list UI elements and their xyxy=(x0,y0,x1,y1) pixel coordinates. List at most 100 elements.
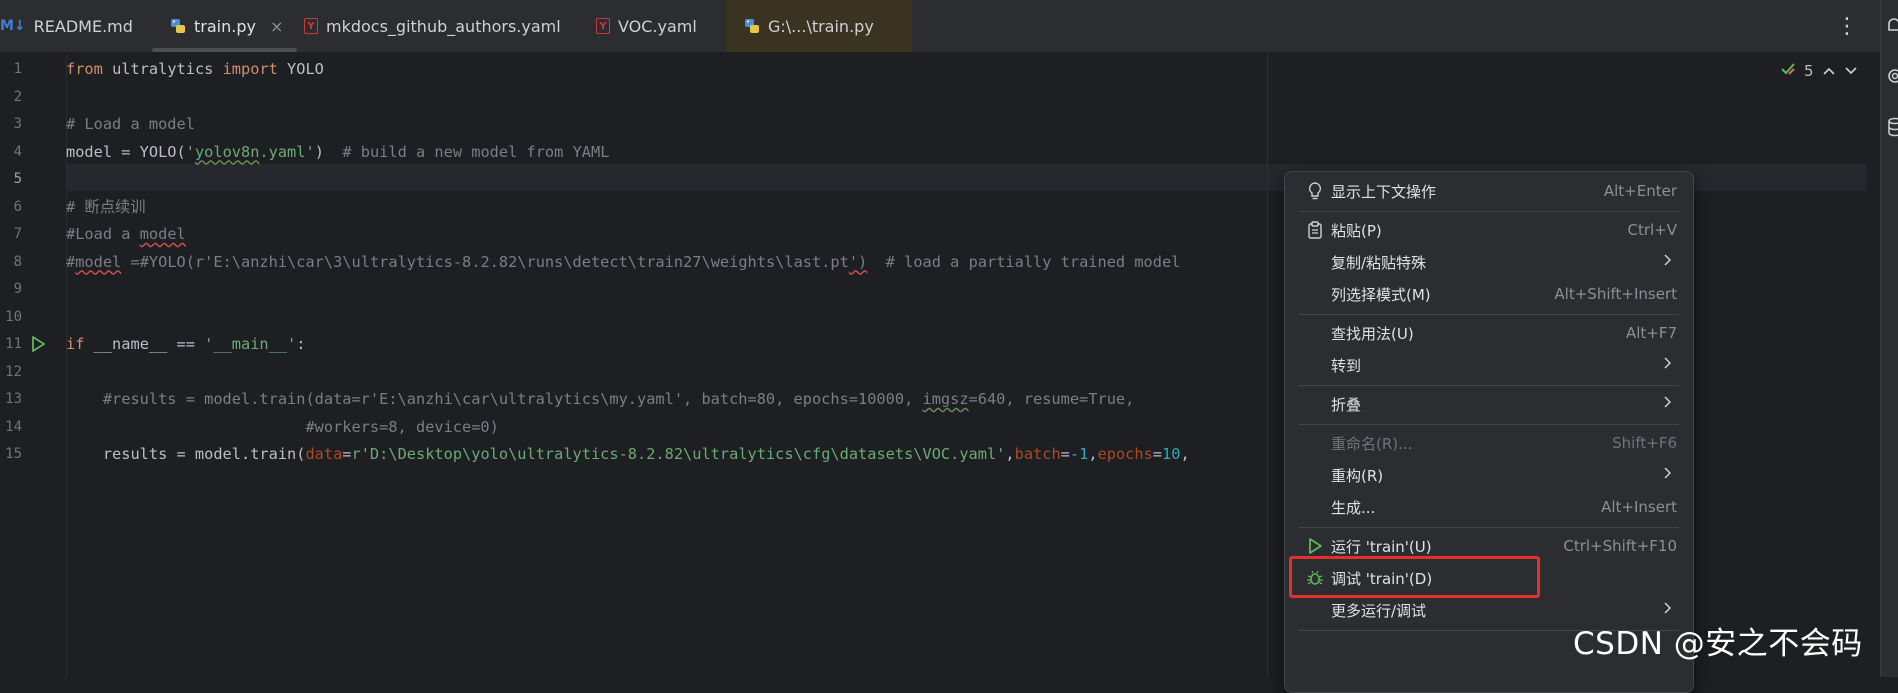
menu-item-shortcut: Alt+Enter xyxy=(1603,182,1677,200)
code-token: 10 xyxy=(1162,445,1181,463)
menu-item-shortcut: Ctrl+V xyxy=(1627,221,1677,239)
code-token: =640, resume=True, xyxy=(968,390,1135,408)
tab-mkdocs-yaml[interactable]: Y mkdocs_github_authors.yaml xyxy=(304,0,561,52)
menu-item[interactable]: 列选择模式(M) Alt+Shift+Insert xyxy=(1285,279,1693,309)
chevron-right-icon xyxy=(1663,254,1672,270)
menu-separator xyxy=(1299,211,1679,212)
line-number: 11 xyxy=(5,336,22,352)
menu-separator xyxy=(1299,424,1679,425)
code-token: from xyxy=(66,60,113,78)
code-token: epochs xyxy=(1097,445,1153,463)
code-token: =#YOLO(r'E:\anzhi\car\3\ultralytics-8.2.… xyxy=(121,252,849,271)
menu-item-label: 列选择模式(M) xyxy=(1331,285,1431,304)
yaml-file-icon: Y xyxy=(304,18,318,34)
code-line[interactable]: #model =#YOLO(r'E:\anzhi\car\3\ultralyti… xyxy=(66,249,1180,276)
code-token: , xyxy=(1088,445,1098,463)
line-number: 9 xyxy=(13,281,22,297)
menu-item-label: 粘贴(P) xyxy=(1331,221,1382,240)
code-token: model = YOLO( xyxy=(66,142,186,161)
watermark: CSDN @安之不会码 xyxy=(1573,626,1863,662)
menu-item[interactable]: 折叠 xyxy=(1285,389,1693,419)
menu-separator xyxy=(1299,385,1679,386)
code-token: : xyxy=(296,335,306,353)
line-number: 13 xyxy=(5,391,22,407)
code-token: __name__ == xyxy=(93,335,205,353)
code-token: data xyxy=(305,445,343,463)
tab-train-py[interactable]: train.py × xyxy=(152,0,298,52)
code-token: if xyxy=(66,335,94,353)
ai-assistant-icon[interactable] xyxy=(1885,66,1898,90)
tab-label: G:\...\train.py xyxy=(768,16,874,36)
code-token: # load a partially trained model xyxy=(867,252,1181,271)
menu-item[interactable]: 转到 xyxy=(1285,350,1693,380)
menu-separator xyxy=(1299,527,1679,528)
code-token: imgsz xyxy=(922,390,969,408)
code-token: yolov8n xyxy=(194,142,260,161)
line-number-gutter[interactable]: 1 2 3 4 5 6 7 8 9 10 11 12 13 14 15 xyxy=(0,53,67,677)
menu-item[interactable]: 查找用法(U) Alt+F7 xyxy=(1285,318,1693,348)
editor-tab-bar: M↓ README.md train.py × Y mkdocs_github_… xyxy=(0,0,1880,53)
line-number: 10 xyxy=(5,308,22,325)
lightbulb-icon xyxy=(1305,181,1325,201)
code-token: results = model.train( xyxy=(66,445,306,463)
code-token: # 断点续训 xyxy=(66,197,146,216)
menu-item[interactable]: 粘贴(P) Ctrl+V xyxy=(1285,215,1693,245)
code-token: r'D:\Desktop\yolo\ultralytics-8.2.82\ult… xyxy=(351,445,1006,463)
code-token: ' xyxy=(185,142,195,161)
line-number: 7 xyxy=(13,226,22,242)
code-line[interactable]: from ultralytics import YOLO xyxy=(66,56,324,83)
code-line[interactable]: # 断点续训 xyxy=(66,194,146,221)
code-token: # build a new model from YAML xyxy=(342,142,610,161)
code-token: model xyxy=(75,252,122,271)
tab-label: VOC.yaml xyxy=(618,16,697,36)
menu-item-label: 转到 xyxy=(1331,356,1362,375)
code-token: ') xyxy=(848,252,868,271)
run-gutter-icon[interactable] xyxy=(30,335,46,357)
tab-voc-yaml[interactable]: Y VOC.yaml xyxy=(596,0,697,52)
line-number: 3 xyxy=(13,116,22,132)
inspection-widget[interactable]: 5 xyxy=(1780,62,1858,80)
menu-item[interactable]: 重命名(R)... Shift+F6 xyxy=(1285,428,1693,458)
bell-icon[interactable] xyxy=(1885,16,1898,40)
close-icon[interactable]: × xyxy=(270,17,283,36)
python-file-icon xyxy=(744,18,760,34)
code-token: ultralytics xyxy=(112,60,223,78)
tab-label: train.py xyxy=(194,16,256,36)
menu-item-shortcut: Shift+F6 xyxy=(1612,434,1677,452)
menu-item[interactable]: 重构(R) xyxy=(1285,460,1693,490)
chevron-right-icon xyxy=(1663,357,1672,373)
menu-item[interactable]: 显示上下文操作 Alt+Enter xyxy=(1285,176,1693,206)
database-icon[interactable] xyxy=(1885,116,1898,142)
tab-label: README.md xyxy=(33,16,133,36)
code-token: # Load a model xyxy=(66,115,195,133)
menu-item[interactable]: 复制/粘贴特殊 xyxy=(1285,247,1693,277)
line-number: 4 xyxy=(13,143,22,160)
code-token: = xyxy=(342,445,352,463)
line-number: 8 xyxy=(13,253,22,270)
tab-g-train-py[interactable]: G:\...\train.py xyxy=(726,0,912,52)
menu-item-label: 显示上下文操作 xyxy=(1331,182,1437,201)
code-line[interactable]: # Load a model xyxy=(66,111,195,138)
menu-item-shortcut: Alt+F7 xyxy=(1625,324,1677,342)
code-line[interactable]: results = model.train(data=r'D:\Desktop\… xyxy=(66,441,1190,468)
chevron-down-icon[interactable] xyxy=(1844,62,1858,80)
more-vertical-icon[interactable]: ⋮ xyxy=(1836,14,1858,39)
line-number: 6 xyxy=(13,198,22,215)
code-token: YOLO xyxy=(287,60,324,78)
menu-item[interactable]: 生成... Alt+Insert xyxy=(1285,492,1693,522)
chevron-up-icon[interactable] xyxy=(1822,62,1836,80)
yaml-file-icon: Y xyxy=(596,18,610,34)
code-line[interactable]: model = YOLO('yolov8n.yaml') # build a n… xyxy=(66,139,609,166)
highlight-annotation-box xyxy=(1289,556,1540,598)
code-line[interactable]: #results = model.train(data=r'E:\anzhi\c… xyxy=(66,386,1135,413)
menu-separator xyxy=(1299,314,1679,315)
tab-readme[interactable]: M↓ README.md xyxy=(0,0,133,52)
chevron-right-icon xyxy=(1663,602,1672,618)
editor-context-menu: 显示上下文操作 Alt+Enter 粘贴(P) Ctrl+V 复制/粘贴特殊 列选择模式(… xyxy=(1284,171,1694,693)
code-line[interactable]: #Load a model xyxy=(66,221,186,248)
line-number: 2 xyxy=(13,88,22,105)
code-token: = xyxy=(1060,445,1070,463)
code-line[interactable]: #workers=8, device=0) xyxy=(66,414,498,441)
code-token: -1 xyxy=(1069,445,1089,463)
code-line[interactable]: if __name__ == '__main__': xyxy=(66,331,305,358)
